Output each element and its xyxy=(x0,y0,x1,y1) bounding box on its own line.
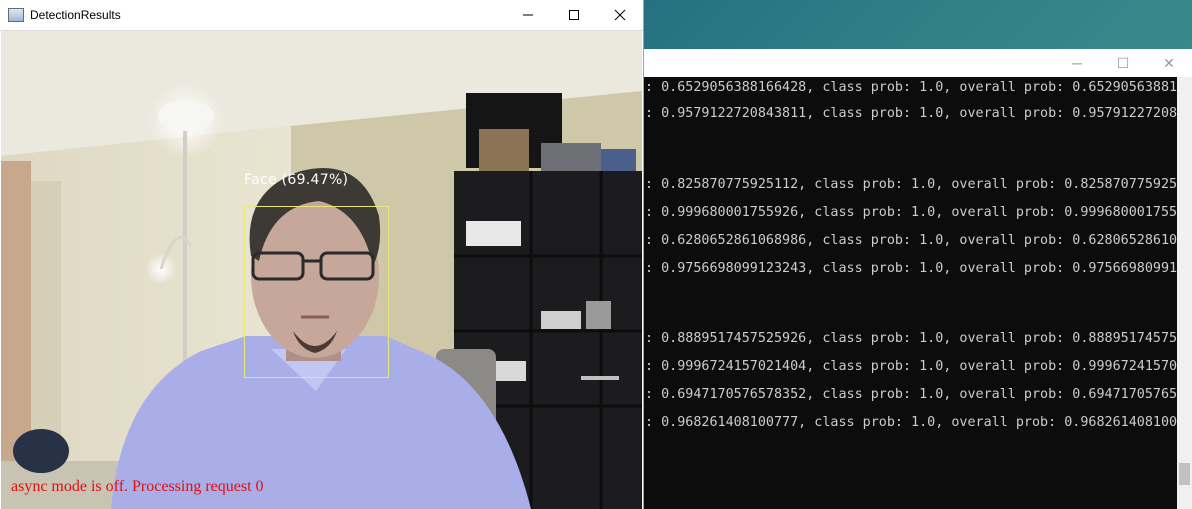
maximize-button[interactable] xyxy=(551,0,597,30)
status-overlay-text: async mode is off. Processing request 0 xyxy=(11,478,264,495)
console-window: ─ ☐ ✕ : 0.6529056388166428, class prob: … xyxy=(600,49,1192,509)
minimize-icon xyxy=(523,14,533,16)
console-line: : 0.8889517457525926, class prob: 1.0, o… xyxy=(645,331,1177,346)
console-line: : 0.968261408100777, class prob: 1.0, ov… xyxy=(645,415,1177,430)
console-scrollbar[interactable] xyxy=(1177,77,1192,509)
console-scrollbar-thumb[interactable] xyxy=(1179,463,1190,485)
console-close-button[interactable]: ✕ xyxy=(1146,49,1192,77)
console-line: : 0.6529056388166428, class prob: 1.0, o… xyxy=(645,80,1177,95)
console-line: : 0.9756698099123243, class prob: 1.0, o… xyxy=(645,261,1177,276)
console-line: : 0.9579122720843811, class prob: 1.0, o… xyxy=(645,106,1177,121)
detection-label: Face (69.47%) xyxy=(244,172,349,188)
maximize-icon xyxy=(569,10,579,20)
minimize-button[interactable] xyxy=(505,0,551,30)
console-output: : 0.6529056388166428, class prob: 1.0, o… xyxy=(645,77,1177,509)
console-titlebar[interactable]: ─ ☐ ✕ xyxy=(600,49,1192,77)
face-bounding-box xyxy=(244,206,389,378)
console-line: : 0.6280652861068986, class prob: 1.0, o… xyxy=(645,233,1177,248)
console-window-controls: ─ ☐ ✕ xyxy=(1054,49,1192,77)
console-line: : 0.999680001755926, class prob: 1.0, ov… xyxy=(645,205,1177,220)
console-line: : 0.825870775925112, class prob: 1.0, ov… xyxy=(645,177,1177,192)
close-icon xyxy=(614,9,626,21)
console-minimize-button[interactable]: ─ xyxy=(1054,49,1100,77)
camera-frame: Face (69.47%) async mode is off. Process… xyxy=(1,31,642,509)
console-line: : 0.9996724157021404, class prob: 1.0, o… xyxy=(645,359,1177,374)
window-title: DetectionResults xyxy=(30,8,121,22)
detection-titlebar[interactable]: DetectionResults xyxy=(0,0,643,31)
detection-results-window: DetectionResults Face (69.47%) async mod… xyxy=(0,0,644,509)
close-button[interactable] xyxy=(597,0,643,30)
console-line: : 0.6947170576578352, class prob: 1.0, o… xyxy=(645,387,1177,402)
app-window-icon xyxy=(8,8,24,22)
console-maximize-button[interactable]: ☐ xyxy=(1100,49,1146,77)
window-controls xyxy=(505,0,643,30)
